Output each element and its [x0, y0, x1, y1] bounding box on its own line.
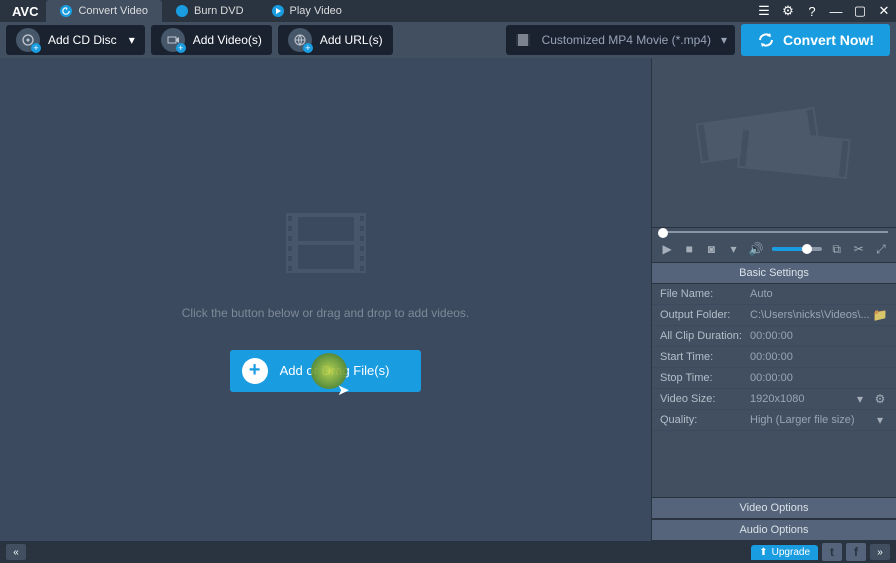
globe-add-icon [288, 28, 312, 52]
label: Upgrade [772, 547, 810, 558]
tab-label: Convert Video [78, 5, 148, 17]
chevron-down-icon[interactable]: ▾ [852, 391, 868, 407]
button-label: Add CD Disc [48, 33, 117, 47]
expand-right-icon[interactable]: » [870, 544, 890, 560]
value[interactable]: C:\Users\nicks\Videos\... [750, 309, 872, 321]
add-cd-disc-button[interactable]: Add CD Disc ▾ [6, 25, 145, 55]
row-video-size: Video Size: 1920x1080 ▾⚙ [652, 389, 896, 410]
film-icon [514, 31, 532, 49]
value[interactable]: 1920x1080 [750, 393, 852, 405]
chevron-down-icon[interactable]: ▾ [872, 412, 888, 428]
tab-convert-video[interactable]: Convert Video [46, 0, 162, 22]
maximize-icon[interactable]: ▢ [852, 3, 868, 19]
app-logo: AVC [4, 4, 46, 19]
label: Video Size: [660, 393, 750, 405]
browse-folder-icon[interactable]: 📁 [872, 307, 888, 323]
help-icon[interactable]: ? [804, 3, 820, 19]
row-stop-time: Stop Time: 00:00:00 [652, 368, 896, 389]
button-label: Add Video(s) [193, 33, 262, 47]
convert-icon [757, 31, 775, 49]
format-label: Customized MP4 Movie (*.mp4) [542, 33, 711, 47]
refresh-icon [60, 5, 72, 17]
tab-label: Burn DVD [194, 5, 244, 17]
titlebar: AVC Convert Video Burn DVD Play Video ☰ … [0, 0, 896, 22]
label: All Clip Duration: [660, 330, 750, 342]
playback-controls: ▶ ■ ◙ ▾ 🔊 ⧉ ✂ ⤢ [652, 236, 896, 262]
close-icon[interactable]: ✕ [876, 3, 892, 19]
audio-options-header[interactable]: Audio Options [652, 519, 896, 541]
filmstrip-preview-icon [689, 93, 859, 193]
link-icon[interactable]: ⧉ [830, 241, 844, 257]
drop-stage[interactable]: Click the button below or drag and drop … [0, 58, 652, 541]
toolbar: Add CD Disc ▾ Add Video(s) Add URL(s) Cu… [0, 22, 896, 58]
play-icon [272, 5, 284, 17]
filmstrip-placeholder-icon [286, 208, 366, 278]
add-urls-button[interactable]: Add URL(s) [278, 25, 393, 55]
cursor-icon: ➤ [337, 381, 350, 399]
chevron-down-icon: ▾ [129, 33, 135, 47]
snapshot-button[interactable]: ◙ [704, 241, 718, 257]
tab-label: Play Video [290, 5, 342, 17]
row-all-clip-duration: All Clip Duration: 00:00:00 [652, 326, 896, 347]
basic-settings: File Name: Auto Output Folder: C:\Users\… [652, 284, 896, 431]
plus-icon: + [242, 358, 268, 384]
upgrade-icon: ⬆ [759, 547, 767, 558]
side-panel: ▶ ■ ◙ ▾ 🔊 ⧉ ✂ ⤢ Basic Settings File Name… [652, 58, 896, 541]
button-label: Add URL(s) [320, 33, 383, 47]
value: 00:00:00 [750, 330, 888, 342]
basic-settings-header[interactable]: Basic Settings [652, 262, 896, 284]
chevron-down-icon[interactable]: ▾ [726, 241, 740, 257]
label: File Name: [660, 288, 750, 300]
play-button[interactable]: ▶ [660, 241, 674, 257]
row-start-time: Start Time: 00:00:00 [652, 347, 896, 368]
main-area: Click the button below or drag and drop … [0, 58, 896, 541]
convert-now-button[interactable]: Convert Now! [741, 24, 890, 56]
row-quality: Quality: High (Larger file size) ▾ [652, 410, 896, 431]
output-format-select[interactable]: Customized MP4 Movie (*.mp4) ▾ [506, 25, 735, 55]
minimize-icon[interactable]: — [828, 3, 844, 19]
stop-button[interactable]: ■ [682, 241, 696, 257]
label: Quality: [660, 414, 750, 426]
twitter-icon[interactable]: t [822, 543, 842, 561]
seek-bar[interactable] [652, 228, 896, 236]
upgrade-button[interactable]: ⬆ Upgrade [751, 545, 818, 560]
value[interactable]: High (Larger file size) [750, 414, 872, 426]
label: Output Folder: [660, 309, 750, 321]
row-file-name: File Name: Auto [652, 284, 896, 305]
video-options-header[interactable]: Video Options [652, 497, 896, 519]
seek-thumb[interactable] [658, 228, 668, 238]
chevron-down-icon: ▾ [721, 33, 727, 47]
statusbar: « ⬆ Upgrade t f » [0, 541, 896, 563]
button-label: Convert Now! [783, 32, 874, 48]
tab-play-video[interactable]: Play Video [258, 0, 356, 22]
gear-icon[interactable]: ⚙ [872, 391, 888, 407]
expand-left-icon[interactable]: « [6, 544, 26, 560]
drop-hint-text: Click the button below or drag and drop … [182, 306, 470, 320]
add-or-drag-files-button[interactable]: + Add or Drag File(s) ➤ [230, 350, 422, 392]
row-output-folder: Output Folder: C:\Users\nicks\Videos\...… [652, 305, 896, 326]
add-videos-button[interactable]: Add Video(s) [151, 25, 272, 55]
expand-icon[interactable]: ⤢ [874, 241, 888, 257]
disc-icon [176, 5, 188, 17]
volume-icon[interactable]: 🔊 [749, 241, 764, 257]
cut-icon[interactable]: ✂ [852, 241, 866, 257]
video-add-icon [161, 28, 185, 52]
facebook-icon[interactable]: f [846, 543, 866, 561]
preview-area [652, 58, 896, 228]
value[interactable]: 00:00:00 [750, 351, 888, 363]
volume-slider[interactable] [772, 247, 822, 251]
settings-icon[interactable]: ⚙ [780, 3, 796, 19]
label: Stop Time: [660, 372, 750, 384]
label: Start Time: [660, 351, 750, 363]
value[interactable]: 00:00:00 [750, 372, 888, 384]
disc-add-icon [16, 28, 40, 52]
tab-burn-dvd[interactable]: Burn DVD [162, 0, 258, 22]
value[interactable]: Auto [750, 288, 888, 300]
options-icon[interactable]: ☰ [756, 3, 772, 19]
